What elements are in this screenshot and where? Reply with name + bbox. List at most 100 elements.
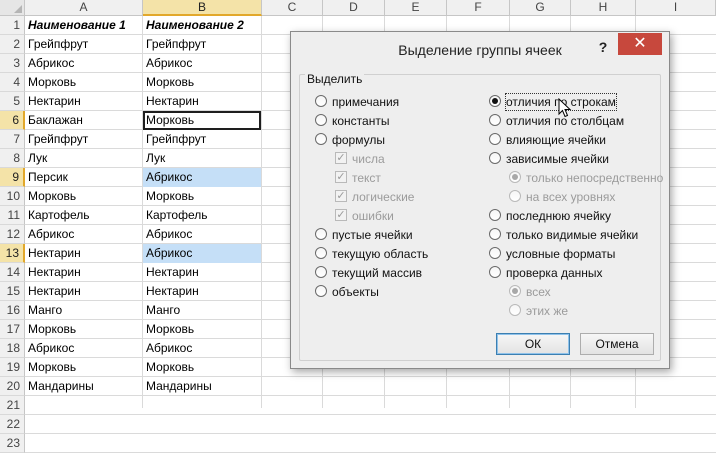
- cell-a8[interactable]: Лук: [25, 149, 142, 168]
- checkbox-icon: ✓: [335, 152, 347, 164]
- cell-a11[interactable]: Картофель: [25, 206, 142, 225]
- row-header-14[interactable]: 14: [0, 263, 25, 282]
- row-header-6[interactable]: 6: [0, 111, 25, 130]
- cell-b7[interactable]: Грейпфрут: [143, 130, 261, 149]
- cell-a15[interactable]: Нектарин: [25, 282, 142, 301]
- option-label: числа: [352, 152, 385, 166]
- cell-b17[interactable]: Морковь: [143, 320, 261, 339]
- radio-icon[interactable]: [489, 266, 501, 278]
- radio-icon[interactable]: [489, 114, 501, 126]
- row-header-22[interactable]: 22: [0, 415, 25, 434]
- cell-b3[interactable]: Абрикос: [143, 54, 261, 73]
- radio-icon[interactable]: [489, 247, 501, 259]
- cell-b6[interactable]: Морковь: [143, 111, 261, 130]
- row-header-4[interactable]: 4: [0, 73, 25, 92]
- cell-a10[interactable]: Морковь: [25, 187, 142, 206]
- gridline-row: [25, 433, 716, 434]
- close-button[interactable]: ✕: [618, 33, 662, 55]
- row-header-9[interactable]: 9: [0, 168, 25, 187]
- cell-a17[interactable]: Морковь: [25, 320, 142, 339]
- dialog-titlebar[interactable]: Выделение группы ячеек ? ✕: [291, 32, 669, 68]
- row-header-23[interactable]: 23: [0, 434, 25, 453]
- column-header-d[interactable]: D: [323, 0, 385, 16]
- cell-b2[interactable]: Грейпфрут: [143, 35, 261, 54]
- cell-b1[interactable]: Наименование 2: [143, 16, 261, 35]
- option-label: последнюю ячейку: [506, 209, 612, 223]
- cell-b8[interactable]: Лук: [143, 149, 261, 168]
- radio-icon[interactable]: [489, 228, 501, 240]
- cell-a2[interactable]: Грейпфрут: [25, 35, 142, 54]
- cell-b20[interactable]: Мандарины: [143, 377, 261, 396]
- cell-b10[interactable]: Морковь: [143, 187, 261, 206]
- cell-a1[interactable]: Наименование 1: [25, 16, 142, 35]
- row-header-7[interactable]: 7: [0, 130, 25, 149]
- cell-b14[interactable]: Нектарин: [143, 263, 261, 282]
- column-header-b[interactable]: B: [143, 0, 262, 16]
- row-header-19[interactable]: 19: [0, 358, 25, 377]
- cell-a3[interactable]: Абрикос: [25, 54, 142, 73]
- row-header-12[interactable]: 12: [0, 225, 25, 244]
- select-all-corner[interactable]: [0, 0, 25, 16]
- row-header-10[interactable]: 10: [0, 187, 25, 206]
- row-header-3[interactable]: 3: [0, 54, 25, 73]
- column-header-e[interactable]: E: [385, 0, 447, 16]
- radio-icon[interactable]: [489, 133, 501, 145]
- cell-b15[interactable]: Нектарин: [143, 282, 261, 301]
- cell-a4[interactable]: Морковь: [25, 73, 142, 92]
- cell-a18[interactable]: Абрикос: [25, 339, 142, 358]
- column-header-c[interactable]: C: [262, 0, 323, 16]
- help-button[interactable]: ?: [594, 38, 612, 56]
- option-label: логические: [352, 190, 415, 204]
- column-header-f[interactable]: F: [447, 0, 510, 16]
- cell-a6[interactable]: Баклажан: [25, 111, 142, 130]
- cell-a7[interactable]: Грейпфрут: [25, 130, 142, 149]
- column-header-i[interactable]: I: [636, 0, 716, 16]
- radio-icon[interactable]: [489, 95, 501, 107]
- radio-icon[interactable]: [315, 285, 327, 297]
- cell-a20[interactable]: Мандарины: [25, 377, 142, 396]
- radio-icon[interactable]: [315, 266, 327, 278]
- cancel-button[interactable]: Отмена: [580, 333, 654, 355]
- cell-b16[interactable]: Манго: [143, 301, 261, 320]
- row-header-1[interactable]: 1: [0, 16, 25, 35]
- row-header-18[interactable]: 18: [0, 339, 25, 358]
- radio-icon[interactable]: [489, 209, 501, 221]
- cell-a14[interactable]: Нектарин: [25, 263, 142, 282]
- radio-icon[interactable]: [315, 133, 327, 145]
- cell-b19[interactable]: Морковь: [143, 358, 261, 377]
- row-header-17[interactable]: 17: [0, 320, 25, 339]
- radio-icon[interactable]: [315, 114, 327, 126]
- column-header-a[interactable]: A: [25, 0, 143, 16]
- row-header-5[interactable]: 5: [0, 92, 25, 111]
- column-header-g[interactable]: G: [510, 0, 571, 16]
- radio-icon[interactable]: [315, 247, 327, 259]
- row-header-16[interactable]: 16: [0, 301, 25, 320]
- cell-a16[interactable]: Манго: [25, 301, 142, 320]
- cell-b18[interactable]: Абрикос: [143, 339, 261, 358]
- option-label: этих же: [526, 304, 569, 318]
- row-header-21[interactable]: 21: [0, 396, 25, 415]
- option-label: влияющие ячейки: [506, 133, 606, 147]
- cell-a9[interactable]: Персик: [25, 168, 142, 187]
- cell-b13[interactable]: Абрикос: [143, 244, 261, 263]
- row-header-20[interactable]: 20: [0, 377, 25, 396]
- cell-a13[interactable]: Нектарин: [25, 244, 142, 263]
- cell-b4[interactable]: Морковь: [143, 73, 261, 92]
- radio-icon[interactable]: [315, 95, 327, 107]
- row-header-13[interactable]: 13: [0, 244, 25, 263]
- radio-icon[interactable]: [489, 152, 501, 164]
- ok-button[interactable]: ОК: [496, 333, 570, 355]
- cell-b12[interactable]: Абрикос: [143, 225, 261, 244]
- cell-b9[interactable]: Абрикос: [143, 168, 261, 187]
- row-header-8[interactable]: 8: [0, 149, 25, 168]
- row-header-11[interactable]: 11: [0, 206, 25, 225]
- column-header-h[interactable]: H: [571, 0, 636, 16]
- cell-a5[interactable]: Нектарин: [25, 92, 142, 111]
- cell-a19[interactable]: Морковь: [25, 358, 142, 377]
- cell-a12[interactable]: Абрикос: [25, 225, 142, 244]
- radio-icon[interactable]: [315, 228, 327, 240]
- row-header-15[interactable]: 15: [0, 282, 25, 301]
- row-header-2[interactable]: 2: [0, 35, 25, 54]
- cell-b5[interactable]: Нектарин: [143, 92, 261, 111]
- cell-b11[interactable]: Картофель: [143, 206, 261, 225]
